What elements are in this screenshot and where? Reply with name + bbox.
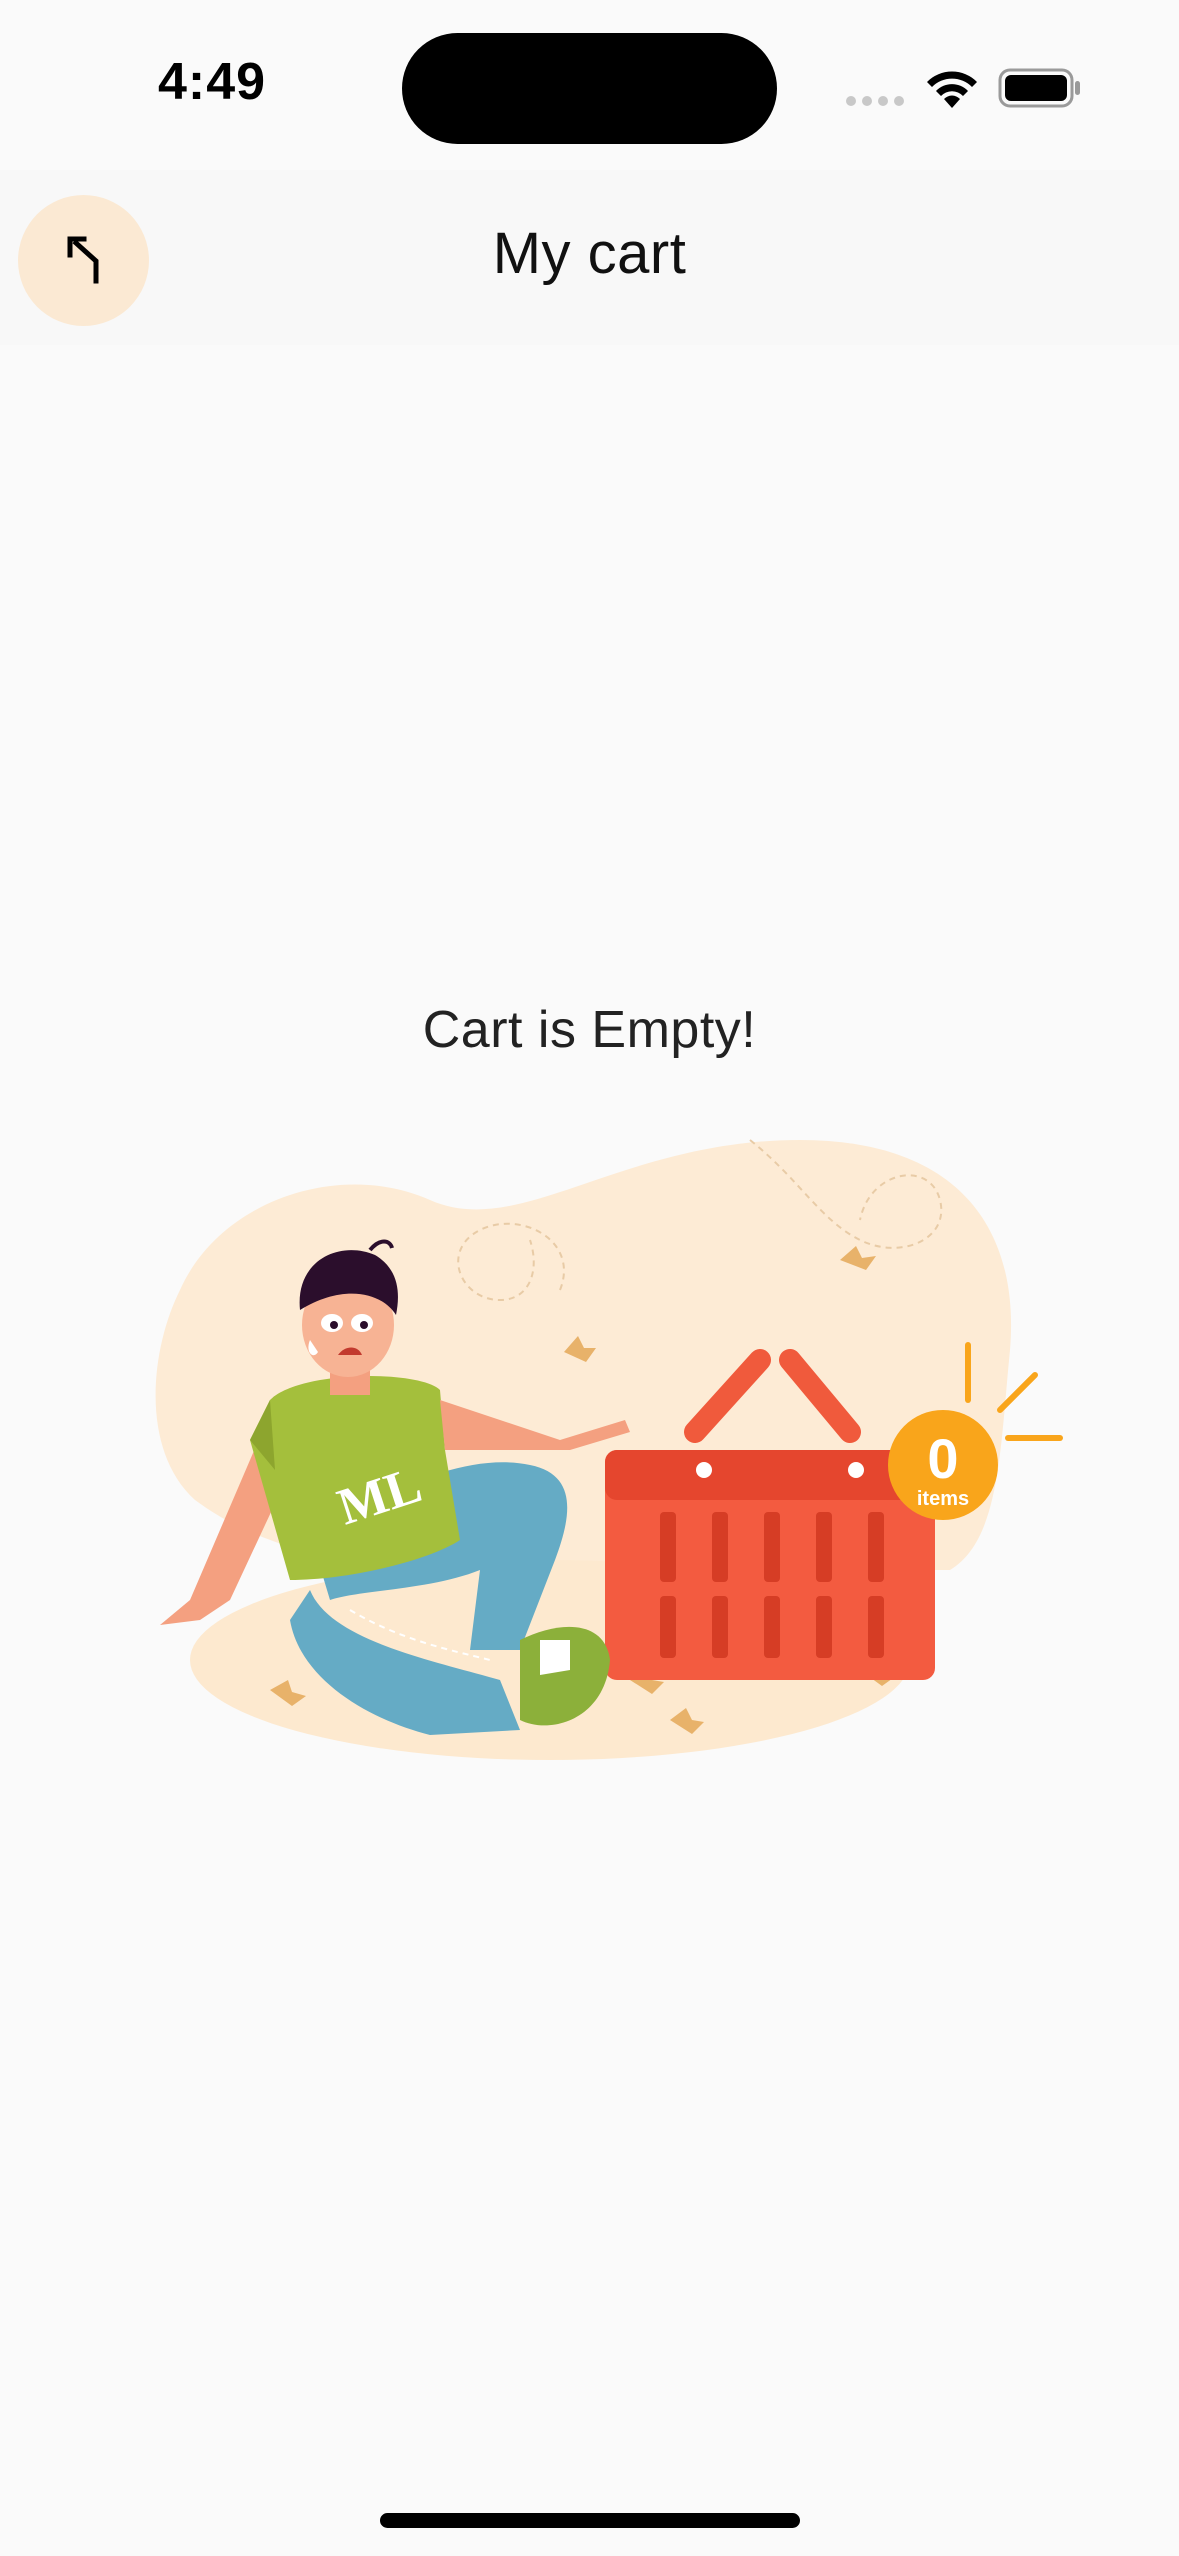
status-bar: 4:49 — [0, 0, 1179, 170]
home-indicator[interactable] — [380, 2513, 800, 2528]
empty-cart-illustration: 0 items ML — [155, 1139, 1063, 1760]
badge-label: items — [917, 1488, 969, 1510]
app-bar: My cart — [0, 170, 1179, 345]
dynamic-island — [402, 33, 777, 144]
empty-cart-message: Cart is Empty! — [422, 1001, 757, 1059]
badge-count: 0 — [927, 1427, 958, 1490]
battery-icon — [998, 68, 1080, 108]
status-time: 4:49 — [158, 53, 267, 111]
cellular-signal-icon — [846, 96, 904, 106]
items-badge: 0 items — [888, 1410, 998, 1520]
page-title: My cart — [492, 221, 687, 286]
wifi-icon — [927, 71, 977, 108]
